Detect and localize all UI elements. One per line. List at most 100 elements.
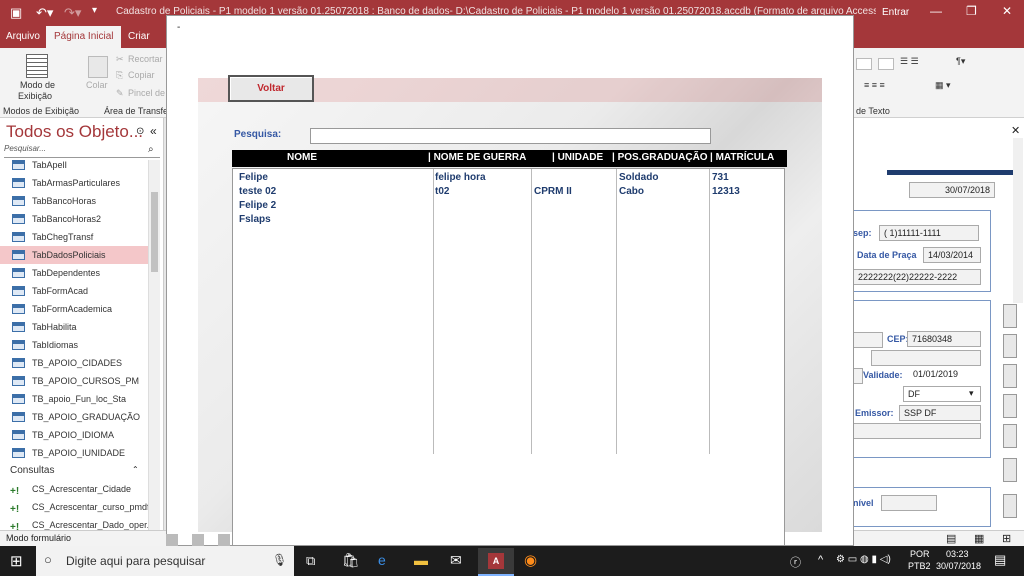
restore-icon[interactable]: ❐	[966, 4, 977, 18]
collapse-icon[interactable]: «	[150, 124, 157, 138]
store-icon[interactable]: 🛍	[342, 552, 360, 569]
nav-table-item[interactable]: TabApelI	[0, 156, 148, 174]
mail-icon[interactable]: ✉	[450, 552, 462, 569]
align-left-icon[interactable]: ≡ ≡ ≡	[864, 80, 885, 90]
address-field[interactable]	[853, 332, 883, 348]
folder-icon[interactable]: ▬	[414, 552, 428, 568]
copy-button[interactable]: Copiar	[128, 70, 155, 80]
city-field[interactable]	[871, 350, 981, 366]
nav-table-item[interactable]: TabFormAcademica	[0, 300, 148, 318]
cell-nome[interactable]: Felipe 2	[239, 200, 276, 211]
side-button-5[interactable]	[1003, 424, 1017, 448]
emissor-field[interactable]: SSP DF	[899, 405, 981, 421]
edge-icon[interactable]: e	[378, 552, 386, 568]
side-button-3[interactable]	[1003, 364, 1017, 388]
record-nav-button[interactable]	[166, 534, 178, 546]
disp-field[interactable]	[881, 495, 937, 511]
paste-icon[interactable]	[88, 56, 108, 78]
side-button-1[interactable]	[1003, 304, 1017, 328]
design-view-icon[interactable]: ⊞	[1002, 532, 1011, 545]
pesquisa-input[interactable]	[310, 128, 711, 144]
close-form-icon[interactable]: ✕	[1011, 124, 1020, 137]
doc-field[interactable]	[853, 368, 863, 384]
col-pos-graduacao[interactable]: | POS.GRADUAÇÃO	[612, 152, 708, 163]
form-view-icon[interactable]: ▤	[946, 532, 956, 545]
cell-guerra[interactable]: t02	[435, 186, 449, 197]
minimize-icon[interactable]: —	[930, 4, 942, 18]
record-nav-button[interactable]	[192, 534, 204, 546]
nav-table-item[interactable]: TabIdiomas	[0, 336, 148, 354]
nav-table-item[interactable]: TabBancoHoras2	[0, 210, 148, 228]
nav-query-item[interactable]: +! CS_Acrescentar_Cidade	[0, 480, 148, 498]
tab-criar[interactable]: Criar	[128, 31, 150, 42]
nav-table-item[interactable]: TabHabilita	[0, 318, 148, 336]
nav-table-item[interactable]: TB_APOIO_IDIOMA	[0, 426, 148, 444]
form-scrollbar[interactable]	[1013, 138, 1023, 303]
cell-unidade[interactable]: CPRM II	[534, 186, 572, 197]
view-mode-label[interactable]: Modo de	[20, 80, 55, 90]
nav-section-consultas[interactable]: Consultas	[0, 462, 148, 480]
cell-mat[interactable]: 731	[712, 172, 729, 183]
date-field[interactable]: 30/07/2018	[909, 182, 995, 198]
side-button-7[interactable]	[1003, 494, 1017, 518]
bullets-icon[interactable]: ☰ ☰	[900, 56, 919, 67]
cell-nome[interactable]: Felipe	[239, 172, 268, 183]
save-icon[interactable]: ▣	[10, 5, 22, 21]
cep-field[interactable]: 71680348	[907, 331, 981, 347]
clock-date[interactable]: 30/07/2018	[936, 561, 981, 571]
praca-field[interactable]: 14/03/2014	[923, 247, 981, 263]
customize-icon[interactable]: ▾	[92, 5, 97, 16]
paste-label[interactable]: Colar	[86, 80, 108, 90]
tab-arquivo[interactable]: Arquivo	[6, 31, 40, 42]
col-matricula[interactable]: | MATRÍCULA	[710, 152, 774, 163]
people-icon[interactable]: ⓡ	[790, 554, 801, 570]
sign-in-link[interactable]: Entrar	[882, 7, 909, 18]
nav-header[interactable]: Todos os Objeto...	[6, 122, 143, 142]
side-button-6[interactable]	[1003, 458, 1017, 482]
col-nome-guerra[interactable]: | NOME DE GUERRA	[428, 152, 526, 163]
results-list[interactable]: Felipe felipe hora Soldado 731 teste 02 t02 CP…	[232, 168, 785, 546]
format-painter-button[interactable]: Pincel de	[128, 88, 165, 98]
col-nome[interactable]: NOME	[287, 152, 317, 163]
side-button-2[interactable]	[1003, 334, 1017, 358]
font-size-box[interactable]	[856, 58, 872, 70]
redo-icon[interactable]: ↷▾	[64, 5, 81, 21]
font-box[interactable]	[878, 58, 894, 70]
nav-scroll-thumb[interactable]	[151, 192, 158, 272]
cell-mat[interactable]: 12313	[712, 186, 740, 197]
format-painter-icon[interactable]: ✎	[116, 88, 124, 99]
nav-table-item[interactable]: TabDependentes	[0, 264, 148, 282]
tab-pagina-inicial[interactable]: Página Inicial	[46, 26, 122, 48]
search-icon[interactable]: ⌕	[148, 144, 154, 155]
paragraph-icon[interactable]: ¶▾	[956, 56, 965, 67]
view-mode-label-2[interactable]: Exibição	[18, 91, 52, 101]
nav-menu-icon[interactable]: ⊙	[136, 126, 144, 137]
record-nav-button[interactable]	[218, 534, 230, 546]
clock-time[interactable]: 03:23	[946, 549, 969, 559]
nav-table-item[interactable]: TB_APOIO_GRADUAÇÃO	[0, 408, 148, 426]
nav-table-item[interactable]: TB_apoio_Fun_loc_Sta	[0, 390, 148, 408]
cell-guerra[interactable]: felipe hora	[435, 172, 486, 183]
sep-field[interactable]: ( 1)11111-1111	[879, 225, 979, 241]
microphone-icon[interactable]: 🎙	[272, 553, 287, 567]
nav-scrollbar[interactable]	[148, 160, 160, 530]
windows-start-icon[interactable]: ⊞	[10, 552, 23, 570]
highlight-icon[interactable]: ▦ ▾	[935, 80, 951, 91]
validade-field[interactable]: 01/01/2019	[909, 367, 981, 383]
undo-icon[interactable]: ↶▾	[36, 5, 53, 21]
cell-grad[interactable]: Soldado	[619, 172, 658, 183]
nav-table-item[interactable]: TabFormAcad	[0, 282, 148, 300]
view-mode-icon[interactable]	[26, 54, 48, 78]
copy-icon[interactable]: ⎘	[116, 70, 123, 81]
firefox-icon[interactable]: ◉	[524, 551, 537, 569]
nav-table-item[interactable]: TabBancoHoras	[0, 192, 148, 210]
tray-icons[interactable]: ⚙ ▭ ◍ ▮ ◁)	[836, 554, 891, 565]
close-icon[interactable]: ✕	[1002, 4, 1012, 18]
extra-field[interactable]	[853, 423, 981, 439]
layout-view-icon[interactable]: ▦	[974, 532, 984, 545]
nav-table-item[interactable]: TB_APOIO_IUNIDADE	[0, 444, 148, 462]
col-unidade[interactable]: | UNIDADE	[552, 152, 603, 163]
nav-table-item[interactable]: TabDadosPoliciais	[0, 246, 148, 264]
nav-table-item[interactable]: TabChegTransf	[0, 228, 148, 246]
nav-table-item[interactable]: TB_APOIO_CIDADES	[0, 354, 148, 372]
